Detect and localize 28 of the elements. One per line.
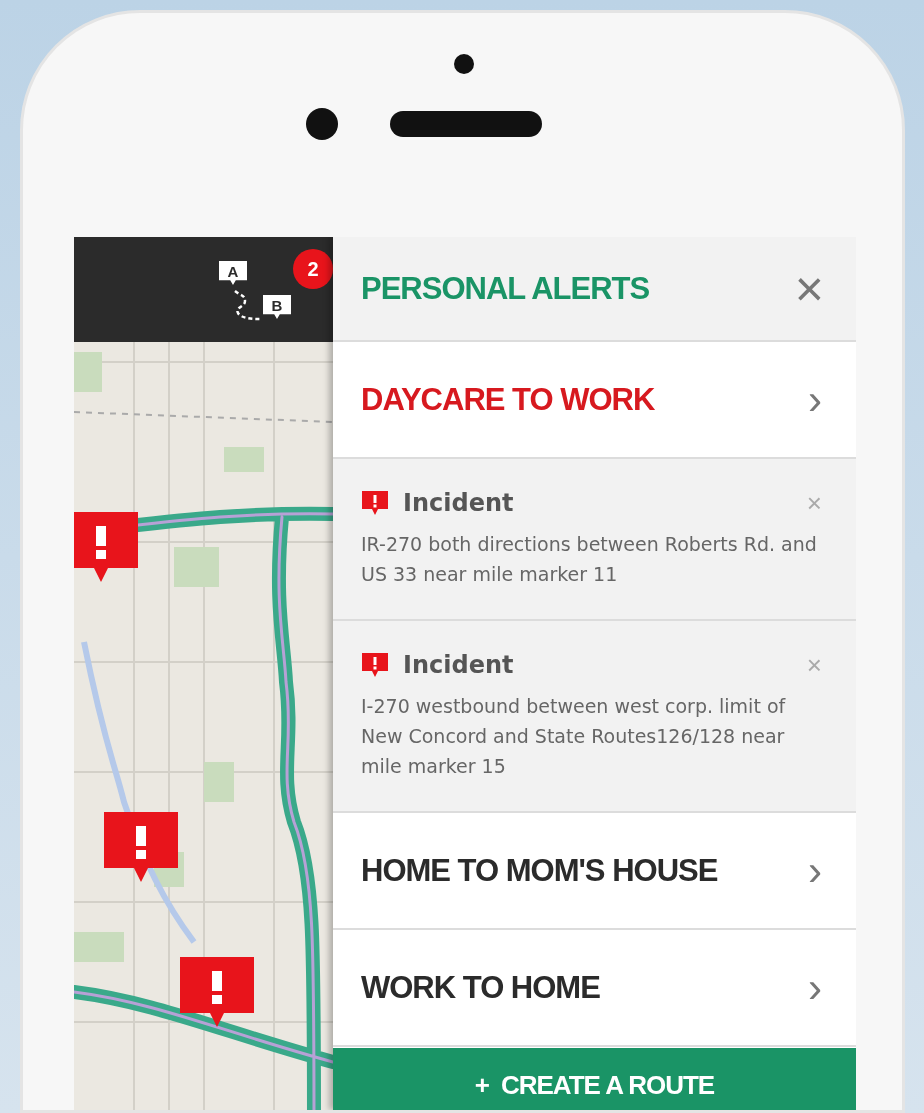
create-route-button[interactable]: + CREATE A ROUTE	[333, 1048, 856, 1110]
route-row[interactable]: WORK TO HOME ›	[333, 930, 856, 1045]
incident-description: I-270 westbound between west corp. limit of New Concord and State Routes126/128 near mile marker 15	[361, 694, 787, 779]
start-pin-icon: A	[219, 261, 247, 285]
sensor-icon	[454, 54, 474, 74]
warning-marker-icon[interactable]	[104, 812, 178, 884]
close-button[interactable]: ×	[794, 263, 824, 314]
chevron-icon: ›	[808, 849, 822, 892]
camera-icon	[306, 108, 338, 140]
route-name: WORK TO HOME	[361, 969, 600, 1006]
incident-title: Incident	[403, 651, 515, 679]
warning-marker-icon[interactable]	[180, 957, 254, 1029]
route-row[interactable]: HOME TO MOM'S HOUSE ›	[333, 813, 856, 928]
alert-icon	[361, 490, 389, 516]
route-name: DAYCARE TO WORK	[361, 381, 655, 418]
end-pin-icon: B	[263, 295, 291, 319]
panel-title: PERSONAL ALERTS	[361, 270, 650, 307]
chevron-icon: ›	[808, 966, 822, 1009]
route-row[interactable]: DAYCARE TO WORK ›	[333, 342, 856, 457]
warning-marker-icon[interactable]	[74, 512, 138, 584]
incident-description: IR-270 both directions between Roberts Rd. and US 33 near mile marker 11	[361, 532, 818, 587]
alert-icon	[361, 652, 389, 678]
speaker-icon	[390, 111, 542, 137]
chevron-icon: ›	[808, 378, 822, 421]
notification-badge: 2	[293, 249, 333, 289]
route-name: HOME TO MOM'S HOUSE	[361, 852, 718, 889]
route-button[interactable]: A B	[219, 259, 289, 327]
incident-title: Incident	[403, 489, 515, 517]
